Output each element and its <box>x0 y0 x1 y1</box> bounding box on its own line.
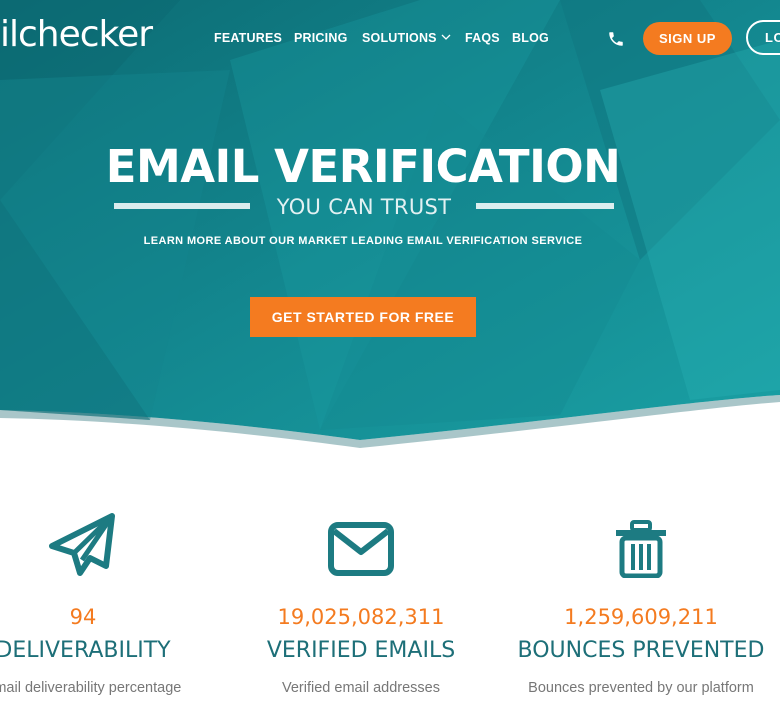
chevron-down-icon <box>441 34 451 40</box>
stat-label: BOUNCES PREVENTED <box>517 638 765 663</box>
nav-link-features[interactable]: FEATURES <box>214 31 282 45</box>
trash-icon <box>616 520 666 578</box>
stat-value: 1,259,609,211 <box>564 605 718 629</box>
top-nav: ilchecker FEATURES PRICING SOLUTIONS FAQ… <box>0 0 780 78</box>
stat-description: Email deliverability percentage <box>0 680 182 696</box>
phone-icon[interactable] <box>607 30 625 48</box>
signup-button[interactable]: SIGN UP <box>643 22 732 55</box>
nav-link-faqs[interactable]: FAQS <box>465 31 500 45</box>
stat-value: 94 <box>69 605 97 629</box>
stat-value: 19,025,082,311 <box>277 605 445 629</box>
envelope-icon <box>328 522 394 576</box>
nav-link-blog[interactable]: BLOG <box>512 31 549 45</box>
hero-title: EMAIL VERIFICATION <box>105 140 621 193</box>
nav-link-pricing[interactable]: PRICING <box>294 31 348 45</box>
paper-plane-icon <box>49 513 115 576</box>
stat-label: VERIFIED EMAILS <box>266 638 456 663</box>
nav-link-solutions-label: SOLUTIONS <box>362 31 437 45</box>
brand-logo[interactable]: ilchecker <box>0 14 153 55</box>
hero-subtitle-row: YOU CAN TRUST <box>114 195 614 225</box>
stat-description: Bounces prevented by our platform <box>528 680 754 696</box>
login-button[interactable]: LOGIN <box>746 20 780 55</box>
get-started-button[interactable]: GET STARTED FOR FREE <box>250 297 476 337</box>
hero-tagline: LEARN MORE ABOUT OUR MARKET LEADING EMAI… <box>143 235 583 247</box>
nav-link-solutions[interactable]: SOLUTIONS <box>362 31 451 45</box>
subtitle-divider-right <box>476 203 614 209</box>
stat-label: DELIVERABILITY <box>0 638 171 663</box>
stat-description: Verified email addresses <box>282 680 440 696</box>
hero-section: ilchecker FEATURES PRICING SOLUTIONS FAQ… <box>0 0 780 450</box>
